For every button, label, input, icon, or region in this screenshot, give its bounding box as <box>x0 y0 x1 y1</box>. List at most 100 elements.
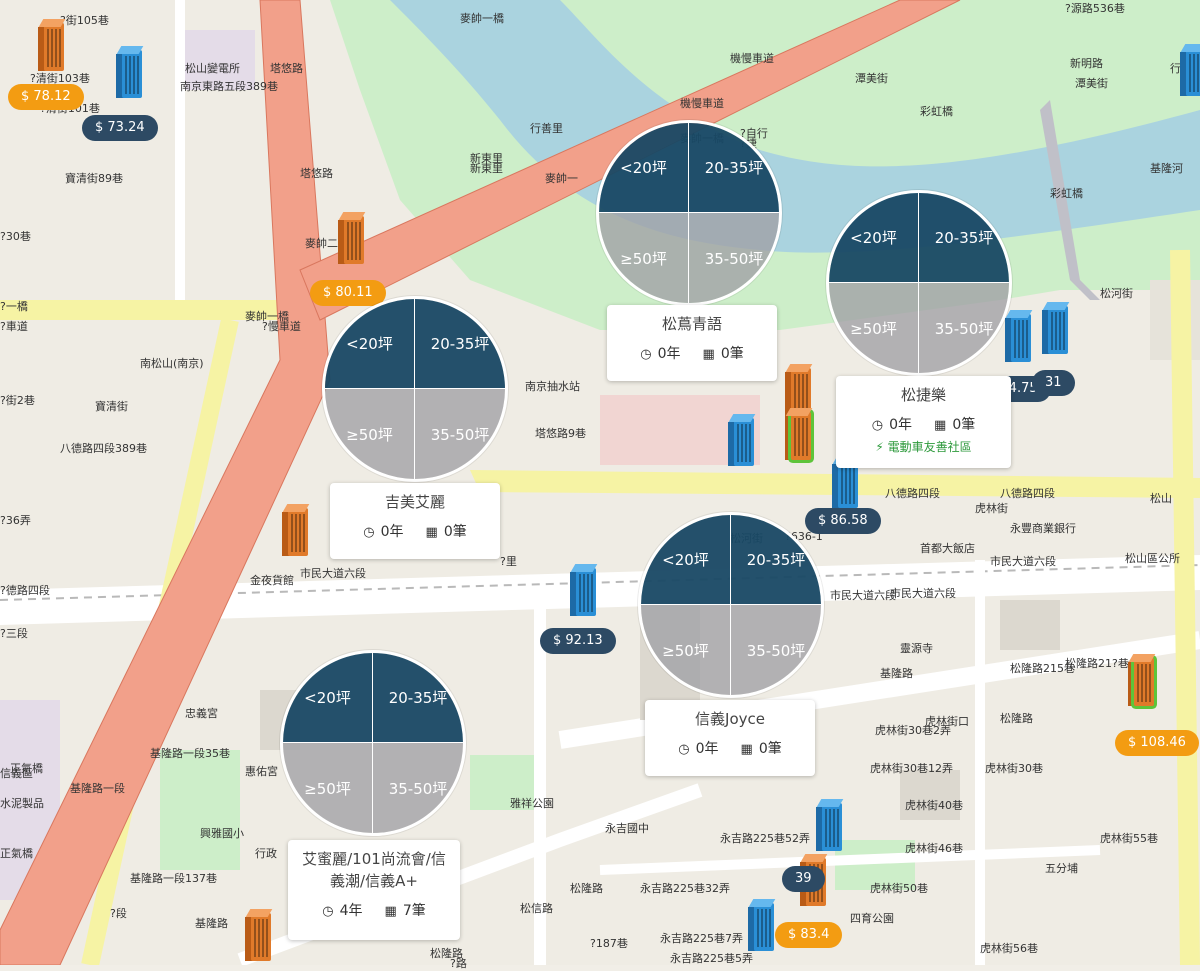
community-card[interactable]: 松捷樂 ◷ 0年 ▦ 0筆 ⚡ 電動車友善社區 <box>836 376 1011 468</box>
community-card[interactable]: 艾蜜麗/101尚流會/信義潮/信義A+ ◷ 4年 ▦ 7筆 <box>288 840 460 940</box>
blue-building-icon[interactable] <box>1042 298 1070 354</box>
street-label: 基隆路一段35巷 <box>150 747 230 760</box>
street-label: 松信路 <box>520 902 553 915</box>
street-label: 永吉路225巷5弄 <box>670 952 753 965</box>
street-label: 塔悠路 <box>300 167 333 180</box>
pie-quadrant-q1[interactable]: <20坪 <box>641 515 731 605</box>
street-label: 麥帥一 <box>545 172 578 185</box>
size-cluster-pie[interactable]: <20坪 20-35坪 ≥50坪 35-50坪 <box>322 296 508 482</box>
street-label: 靈源寺 <box>900 642 933 655</box>
street-label: 虎林街40巷 <box>905 799 963 812</box>
pie-quadrant-q3[interactable]: ≥50坪 <box>599 213 689 303</box>
clock-icon: ◷ <box>363 525 375 540</box>
community-name: 艾蜜麗/101尚流會/信義潮/信義A+ <box>302 850 446 890</box>
community-stats: ◷ 4年 ▦ 7筆 <box>298 900 450 920</box>
street-label: 行政 <box>255 847 277 860</box>
blue-building-icon[interactable] <box>816 795 844 851</box>
street-label: 機慢車道 <box>730 52 774 65</box>
size-cluster-pie[interactable]: <20坪 20-35坪 ≥50坪 35-50坪 <box>280 650 466 836</box>
pie-quadrant-q4[interactable]: 35-50坪 <box>689 213 779 303</box>
price-tag[interactable]: $ 73.24 <box>82 115 158 141</box>
street-label: 彩虹橋 <box>1050 187 1083 200</box>
size-cluster-pie[interactable]: <20坪 20-35坪 ≥50坪 35-50坪 <box>596 120 782 306</box>
size-cluster-pie[interactable]: <20坪 20-35坪 ≥50坪 35-50坪 <box>638 512 824 698</box>
price-tag[interactable]: $ 78.12 <box>8 84 84 110</box>
pie-quadrant-q1[interactable]: <20坪 <box>599 123 689 213</box>
size-cluster-pie[interactable]: <20坪 20-35坪 ≥50坪 35-50坪 <box>826 190 1012 376</box>
street-label: 松隆路 <box>1000 712 1033 725</box>
street-label: 首都大飯店 <box>920 542 975 555</box>
years-value: 0年 <box>695 741 719 757</box>
pie-quadrant-q4[interactable]: 35-50坪 <box>731 605 821 695</box>
blue-building-icon[interactable] <box>116 42 144 98</box>
street-label: 永吉路225巷32弄 <box>640 882 730 895</box>
years-value: 0年 <box>889 417 913 433</box>
pie-quadrant-q1[interactable]: <20坪 <box>829 193 919 283</box>
street-label: ?一橋 <box>0 300 28 313</box>
pie-quadrant-q1[interactable]: <20坪 <box>283 653 373 743</box>
price-tag[interactable]: 31 <box>1032 370 1075 396</box>
street-label: 水泥製品 <box>0 797 44 810</box>
price-tag[interactable]: 39 <box>782 866 825 892</box>
street-label: 五分埔 <box>1045 862 1078 875</box>
orange-building-icon[interactable] <box>1128 650 1156 706</box>
orange-building-icon[interactable] <box>282 500 310 556</box>
street-label: 信義區 <box>0 767 33 780</box>
orange-building-icon[interactable] <box>245 905 273 961</box>
pie-quadrant-q4[interactable]: 35-50坪 <box>373 743 463 833</box>
street-label: 永吉路225巷52弄 <box>720 832 810 845</box>
community-card[interactable]: 松蔦青語 ◷ 0年 ▦ 0筆 <box>607 305 777 381</box>
pie-quadrant-q3[interactable]: ≥50坪 <box>283 743 373 833</box>
street-label: 虎林街口 <box>925 715 969 728</box>
street-label: 基隆路一段 <box>70 782 125 795</box>
street-label: ?路 <box>450 957 467 970</box>
blue-building-icon[interactable] <box>728 410 756 466</box>
pie-quadrant-q3[interactable]: ≥50坪 <box>829 283 919 373</box>
street-label: 市民大道六段 <box>890 587 956 600</box>
street-label: ?段 <box>110 907 127 920</box>
community-card[interactable]: 吉美艾麗 ◷ 0年 ▦ 0筆 <box>330 483 500 559</box>
pie-quadrant-q2[interactable]: 20-35坪 <box>731 515 821 605</box>
orange-building-icon[interactable] <box>785 404 813 460</box>
school-field <box>160 750 240 870</box>
blue-building-icon[interactable] <box>1180 40 1200 96</box>
years-value: 0年 <box>657 346 681 362</box>
street-label: ?街105巷 <box>60 14 109 27</box>
orange-building-icon[interactable] <box>338 208 366 264</box>
blue-building-icon[interactable] <box>570 560 598 616</box>
pie-quadrant-q2[interactable]: 20-35坪 <box>415 299 505 389</box>
orange-building-icon[interactable] <box>38 15 66 71</box>
price-tag[interactable]: $ 92.13 <box>540 628 616 654</box>
pie-quadrant-q3[interactable]: ≥50坪 <box>641 605 731 695</box>
pie-quadrant-q4[interactable]: 35-50坪 <box>415 389 505 479</box>
blue-building-icon[interactable] <box>748 895 776 951</box>
pie-quadrant-q2[interactable]: 20-35坪 <box>919 193 1009 283</box>
pie-quadrant-q3[interactable]: ≥50坪 <box>325 389 415 479</box>
building-icon: ▦ <box>740 742 753 757</box>
street-label: ?三段 <box>0 627 28 640</box>
ev-friendly-tag: ⚡ 電動車友善社區 <box>875 440 972 454</box>
street-label: 塔悠路9巷 <box>535 427 586 440</box>
pie-quadrant-q2[interactable]: 20-35坪 <box>689 123 779 213</box>
street-label: ?36弄 <box>0 514 31 527</box>
lightning-icon: ⚡ <box>875 440 888 454</box>
pie-quadrant-q1[interactable]: <20坪 <box>325 299 415 389</box>
street-label: 南松山(南京) <box>140 357 204 370</box>
price-tag[interactable]: $ 83.4 <box>775 922 843 948</box>
street-label: ?源路536巷 <box>1065 2 1125 15</box>
pie-quadrant-q2[interactable]: 20-35坪 <box>373 653 463 743</box>
street-label: 基隆路 <box>880 667 913 680</box>
deals-value: 0筆 <box>952 417 976 433</box>
clock-icon: ◷ <box>322 904 334 919</box>
building-icon: ▦ <box>702 347 715 362</box>
street-label: 新東里 <box>470 162 503 175</box>
community-card[interactable]: 信義Joyce ◷ 0年 ▦ 0筆 <box>645 700 815 776</box>
community-name: 吉美艾麗 <box>384 493 445 511</box>
street-label: 松山 <box>1150 492 1172 505</box>
pie-quadrant-q4[interactable]: 35-50坪 <box>919 283 1009 373</box>
street-label: 寶清街 <box>95 400 128 413</box>
street-label: 惠佑宮 <box>245 765 278 778</box>
price-tag[interactable]: $ 108.46 <box>1115 730 1199 756</box>
clock-icon: ◷ <box>678 742 690 757</box>
street-label: ?里 <box>500 555 517 568</box>
